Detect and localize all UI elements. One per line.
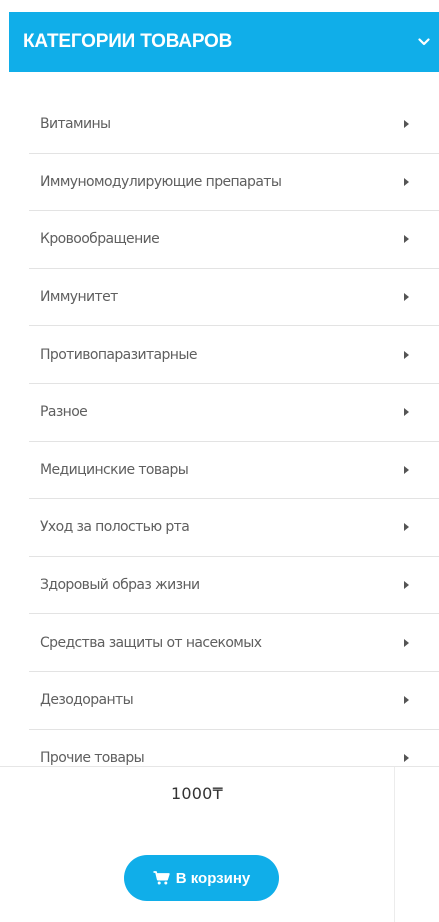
column-divider	[394, 767, 395, 922]
caret-right-icon	[404, 754, 409, 763]
category-item-vitamins[interactable]: Витамины	[29, 96, 439, 154]
caret-right-icon	[404, 293, 409, 302]
category-item-antiparasitic[interactable]: Противопаразитарные	[29, 326, 439, 384]
category-item-insect-protection[interactable]: Средства защиты от насекомых	[29, 614, 439, 672]
category-label: Средства защиты от насекомых	[40, 634, 262, 651]
category-label: Прочие товары	[40, 750, 145, 767]
caret-right-icon	[404, 638, 409, 647]
category-item-oral-care[interactable]: Уход за полостью рта	[29, 499, 439, 557]
category-label: Иммуномодулирующие препараты	[40, 173, 282, 190]
page: КАТЕГОРИИ ТОВАРОВ Витамины Иммуномодулир…	[0, 0, 439, 922]
caret-right-icon	[404, 581, 409, 590]
shopping-cart-icon	[153, 871, 170, 885]
category-label: Противопаразитарные	[40, 346, 197, 363]
category-item-deodorants[interactable]: Дезодоранты	[29, 672, 439, 730]
caret-right-icon	[404, 696, 409, 705]
category-item-other-goods[interactable]: Прочие товары	[29, 730, 439, 788]
category-label: Уход за полостью рта	[40, 519, 190, 536]
category-list: Витамины Иммуномодулирующие препараты Кр…	[29, 96, 439, 787]
add-to-cart-label: В корзину	[175, 869, 251, 887]
category-label: Здоровый образ жизни	[40, 577, 200, 594]
category-label: Медицинские товары	[40, 461, 189, 478]
category-label: Иммунитет	[40, 289, 118, 306]
category-label: Витамины	[40, 116, 111, 133]
caret-right-icon	[404, 120, 409, 129]
caret-right-icon	[404, 408, 409, 417]
section-divider	[0, 766, 439, 767]
category-item-circulation[interactable]: Кровообращение	[29, 211, 439, 269]
category-label: Дезодоранты	[40, 692, 134, 709]
category-item-medical-goods[interactable]: Медицинские товары	[29, 442, 439, 500]
caret-right-icon	[404, 523, 409, 532]
caret-right-icon	[404, 350, 409, 359]
caret-right-icon	[404, 235, 409, 244]
categories-header[interactable]: КАТЕГОРИИ ТОВАРОВ	[9, 12, 439, 72]
category-item-immunity[interactable]: Иммунитет	[29, 269, 439, 327]
chevron-down-icon[interactable]	[417, 35, 431, 49]
caret-right-icon	[404, 465, 409, 474]
category-label: Разное	[40, 404, 88, 421]
add-to-cart-button[interactable]: В корзину	[124, 855, 279, 901]
category-item-immunomodulators[interactable]: Иммуномодулирующие препараты	[29, 154, 439, 212]
categories-title: КАТЕГОРИИ ТОВАРОВ	[23, 31, 233, 52]
caret-right-icon	[404, 177, 409, 186]
category-label: Кровообращение	[40, 231, 160, 248]
category-item-healthy-lifestyle[interactable]: Здоровый образ жизни	[29, 557, 439, 615]
category-item-misc[interactable]: Разное	[29, 384, 439, 442]
product-price: 1000₸	[171, 784, 223, 803]
